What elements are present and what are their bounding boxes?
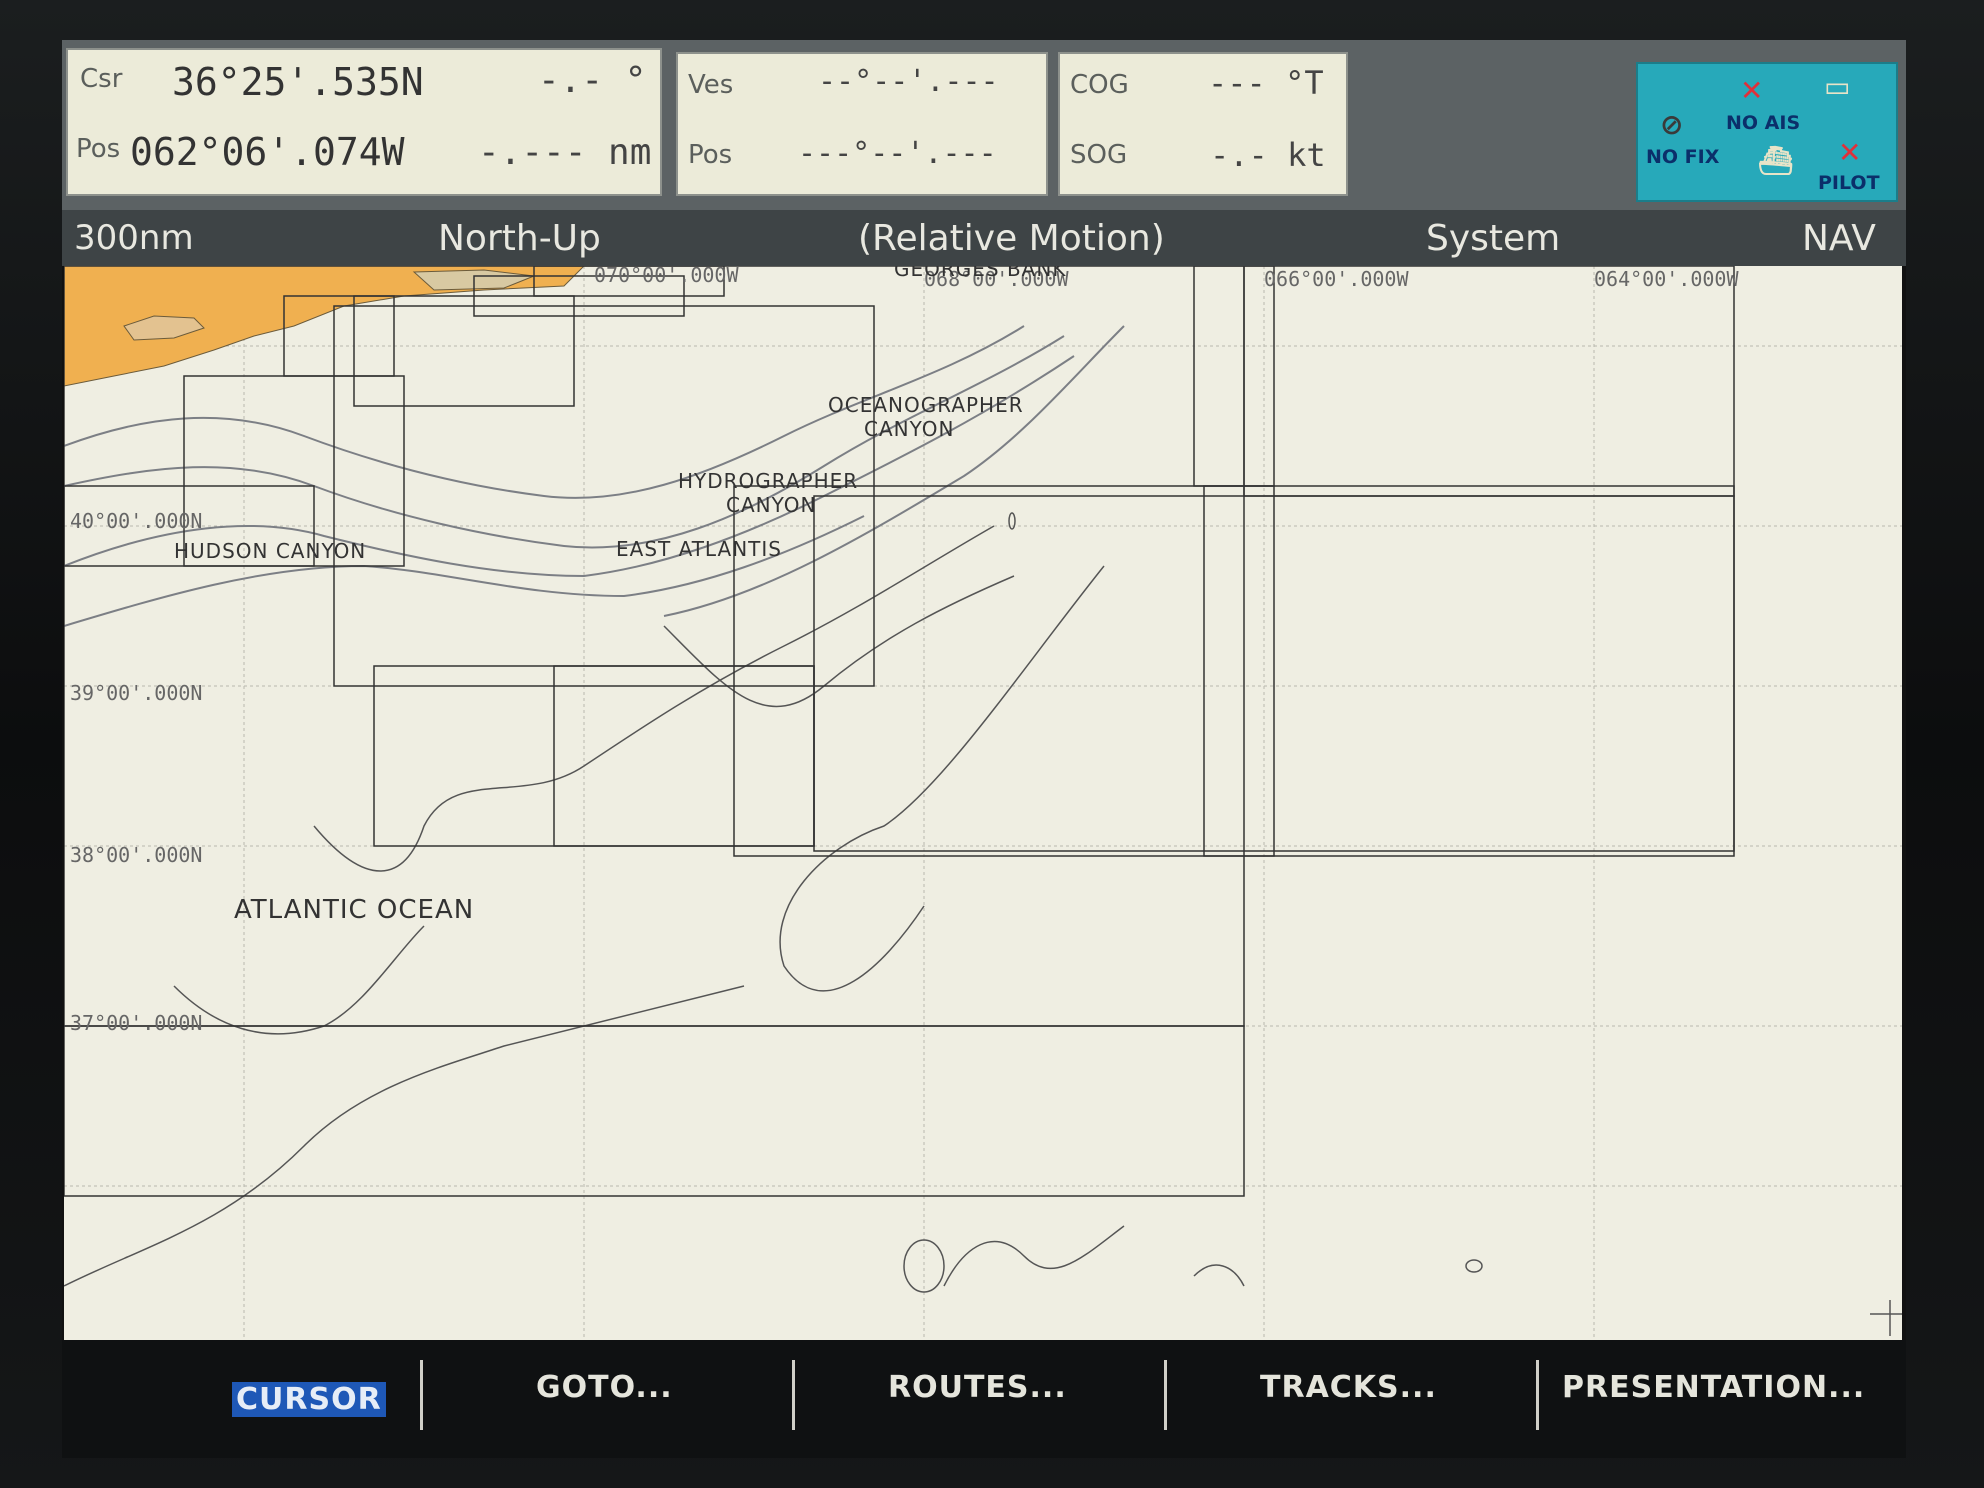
lat-lon-grid: [64, 266, 1902, 1340]
cursor-longitude: 062°06'.074W: [130, 130, 405, 174]
orientation-label[interactable]: North-Up: [438, 218, 601, 259]
cursor-pos-label: Pos: [76, 134, 121, 164]
lon-066-label: 066°00'.000W: [1264, 267, 1409, 291]
page-label: NAV: [1802, 218, 1876, 259]
data-panel: Csr 36°25'.535N -.- ° Pos 062°06'.074W -…: [62, 40, 1906, 210]
lon-070-label: 070°00'.000W: [594, 266, 739, 287]
lon-064-label: 064°00'.000W: [1594, 267, 1739, 291]
softkey-divider: [1536, 1360, 1539, 1430]
hydrographer-label: HYDROGRAPHER: [678, 469, 858, 493]
lat-37-label: 37°00'.000N: [70, 1011, 202, 1035]
course-speed-box: COG --- °T SOG -.- kt: [1058, 52, 1348, 196]
oceanographer-canyon-label: CANYON: [864, 417, 954, 441]
lat-38-label: 38°00'.000N: [70, 843, 202, 867]
ais-off-cross-icon: ✕: [1740, 74, 1764, 107]
vessel-label: Ves: [688, 70, 734, 100]
softkey-presentation[interactable]: PRESENTATION...: [1562, 1370, 1865, 1405]
softkey-cursor[interactable]: CURSOR: [232, 1382, 386, 1417]
nautical-chart[interactable]: 070°00'.000W 068°00'.000W 066°00'.000W 0…: [64, 266, 1902, 1340]
pilot-cross-icon: ✕: [1838, 136, 1862, 169]
datum-mode-label: System: [1426, 218, 1561, 259]
sog-value: -.- kt: [1210, 136, 1326, 174]
no-fix-label: NO FIX: [1646, 146, 1720, 168]
cursor-range: -.--- nm: [478, 132, 652, 173]
sog-label: SOG: [1070, 140, 1128, 170]
atlantic-ocean-label: ATLANTIC OCEAN: [234, 895, 474, 925]
cursor-position-box: Csr 36°25'.535N -.- ° Pos 062°06'.074W -…: [66, 48, 662, 196]
coastline-land: [64, 266, 585, 387]
hydrographer-canyon-label: CANYON: [726, 493, 816, 517]
softkey-routes[interactable]: ROUTES...: [888, 1370, 1067, 1405]
lat-39-label: 39°00'.000N: [70, 681, 202, 705]
vessel-longitude: ---°--'.---: [798, 136, 997, 171]
softkey-bar: CURSOR GOTO... ROUTES... TRACKS... PRESE…: [62, 1340, 1906, 1458]
chart-title-bar: 300nm North-Up (Relative Motion) System …: [62, 210, 1906, 266]
range-label[interactable]: 300nm: [74, 218, 194, 258]
oceanographer-label: OCEANOGRAPHER: [828, 393, 1024, 417]
east-atlantis-label: EAST ATLANTIS: [616, 537, 782, 561]
gps-no-fix-icon: ⊘: [1660, 108, 1684, 141]
georges-bank-label: GEORGES BANK: [894, 266, 1066, 281]
softkey-goto[interactable]: GOTO...: [536, 1370, 673, 1405]
softkey-divider: [1164, 1360, 1167, 1430]
depth-contours: [64, 325, 1125, 627]
cursor-bearing: -.- °: [538, 60, 647, 101]
cursor-label: Csr: [80, 64, 123, 94]
lat-40-label: 40°00'.000N: [70, 509, 202, 533]
vessel-position-box: Ves --°--'.--- Pos ---°--'.---: [676, 52, 1048, 196]
radar-icon: ▭: [1824, 70, 1851, 103]
pilot-label: PILOT: [1818, 172, 1880, 194]
chartplotter-screen: Csr 36°25'.535N -.- ° Pos 062°06'.074W -…: [62, 40, 1906, 1458]
softkey-divider: [420, 1360, 423, 1430]
vessel-icon: ⛴: [1758, 144, 1794, 177]
cog-label: COG: [1070, 70, 1129, 100]
status-icons-panel[interactable]: ⊘ NO FIX ✕ NO AIS ▭ ⛴ ✕ PILOT: [1636, 62, 1898, 202]
hudson-canyon-label: HUDSON CANYON: [174, 539, 366, 563]
vessel-pos-label: Pos: [688, 140, 733, 170]
no-ais-label: NO AIS: [1726, 112, 1801, 134]
chart-canvas[interactable]: 070°00'.000W 068°00'.000W 066°00'.000W 0…: [64, 266, 1902, 1340]
cursor-latitude: 36°25'.535N: [172, 60, 424, 104]
vessel-latitude: --°--'.---: [818, 64, 999, 99]
motion-mode-label[interactable]: (Relative Motion): [858, 218, 1165, 259]
cursor-crosshair-icon[interactable]: [1870, 1300, 1902, 1336]
softkey-tracks[interactable]: TRACKS...: [1260, 1370, 1437, 1405]
softkey-divider: [792, 1360, 795, 1430]
cog-value: --- °T: [1208, 64, 1324, 102]
